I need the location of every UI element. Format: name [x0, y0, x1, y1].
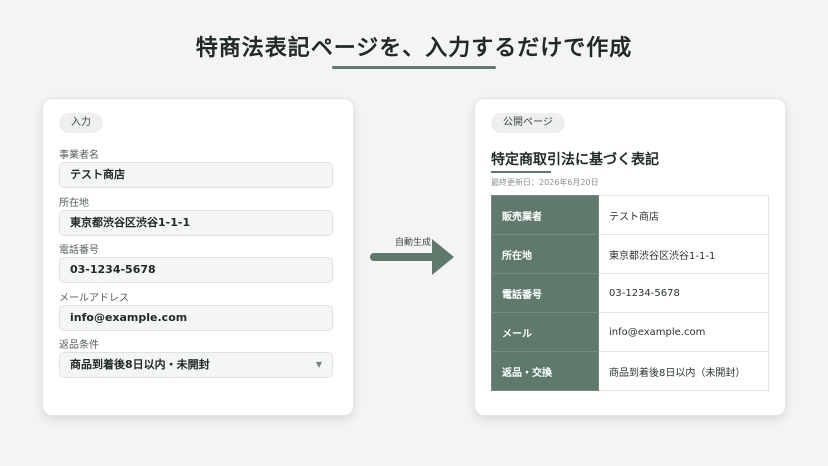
row-header: 所在地 [491, 234, 599, 274]
phone-input[interactable]: 03-1234-5678 [59, 257, 333, 283]
chevron-down-icon: ▼ [315, 360, 322, 369]
address-input[interactable]: 東京都渋谷区渋谷1-1-1 [59, 210, 333, 236]
phone-label: 電話番号 [59, 245, 99, 256]
return-policy-value: 商品到着後8日以内・未開封 [70, 358, 210, 371]
public-page-card: 公開ページ 特定商取引法に基づく表記 最終更新日：2026年6月20日 販売業者… [474, 98, 786, 416]
arrow-head-icon [432, 239, 454, 275]
row-value: info@example.com [598, 312, 769, 352]
row-header: 電話番号 [491, 273, 599, 313]
address-label: 所在地 [59, 198, 89, 209]
headline-underline [332, 66, 496, 69]
row-value: テスト商店 [598, 195, 769, 235]
business-name-input[interactable]: テスト商店 [59, 162, 333, 188]
return-policy-select[interactable]: 商品到着後8日以内・未開封 ▼ [59, 352, 333, 378]
email-label: メールアドレス [59, 293, 129, 304]
table-row: メール info@example.com [491, 312, 769, 352]
title-underline [491, 171, 551, 173]
page-title: 特定商取引法に基づく表記 [491, 152, 659, 168]
arrow-right-icon [370, 253, 436, 261]
table-row: 所在地 東京都渋谷区渋谷1-1-1 [491, 234, 769, 274]
row-header: メール [491, 312, 599, 352]
table-row: 電話番号 03-1234-5678 [491, 273, 769, 313]
headline: 特商法表記ページを、入力するだけで作成 [195, 36, 633, 61]
row-value: 03-1234-5678 [598, 273, 769, 313]
info-table: 販売業者 テスト商店 所在地 東京都渋谷区渋谷1-1-1 電話番号 03-123… [491, 195, 769, 391]
row-value: 商品到着後8日以内（未開封） [598, 351, 769, 391]
return-policy-label: 返品条件 [59, 340, 99, 351]
table-row: 販売業者 テスト商店 [491, 195, 769, 235]
email-input[interactable]: info@example.com [59, 305, 333, 331]
input-card: 入力 事業者名 テスト商店 所在地 東京都渋谷区渋谷1-1-1 電話番号 03-… [42, 98, 354, 416]
business-name-label: 事業者名 [59, 150, 99, 161]
row-header: 販売業者 [491, 195, 599, 235]
last-updated: 最終更新日：2026年6月20日 [491, 178, 599, 187]
table-row: 返品・交換 商品到着後8日以内（未開封） [491, 351, 769, 391]
row-header: 返品・交換 [491, 351, 599, 391]
input-tag: 入力 [59, 113, 103, 133]
public-page-tag: 公開ページ [491, 113, 565, 133]
arrow-label: 自動生成 [395, 238, 432, 248]
row-value: 東京都渋谷区渋谷1-1-1 [598, 234, 769, 274]
